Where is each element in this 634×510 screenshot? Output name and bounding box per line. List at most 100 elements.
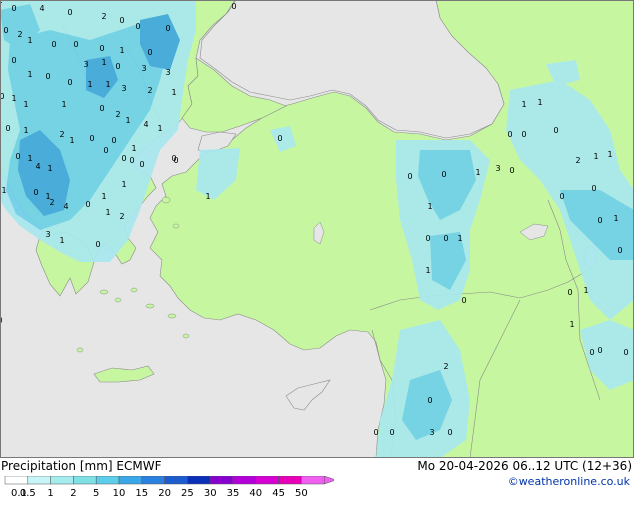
- precip-value: 2: [147, 86, 152, 95]
- precip-value: 1: [11, 94, 16, 103]
- legend-swatch: [278, 476, 302, 485]
- precip-value: 1: [537, 98, 542, 107]
- precip-value: 0: [509, 166, 514, 175]
- precip-value: 0: [441, 170, 446, 179]
- precip-value: 1: [457, 234, 462, 243]
- precip-value: 1: [119, 46, 124, 55]
- precip-value: 0: [67, 8, 72, 17]
- precip-value: 0: [139, 160, 144, 169]
- map-footer: Precipitation [mm] ECMWF Mo 20-04-2026 0…: [0, 458, 634, 499]
- precip-value: 3: [165, 68, 170, 77]
- legend-swatch: [73, 476, 97, 485]
- legend-swatch: [4, 476, 29, 485]
- precip-value: 1: [475, 168, 480, 177]
- precip-value: 1: [427, 202, 432, 211]
- precip-value: 0: [67, 78, 72, 87]
- precip-value: 0: [11, 56, 16, 65]
- legend-swatch: [209, 476, 234, 485]
- precip-value: 0: [389, 428, 394, 437]
- precip-value: 1: [105, 208, 110, 217]
- precip-value: 1: [27, 154, 32, 163]
- precip-value: 0: [11, 4, 16, 13]
- legend-swatch: [95, 476, 120, 485]
- legend-swatch: [232, 476, 257, 485]
- precip-value: 0: [95, 240, 100, 249]
- precip-value: 1: [171, 88, 176, 97]
- precip-value: 3: [429, 428, 434, 437]
- precip-value: 0: [589, 348, 594, 357]
- precip-value: 1: [87, 80, 92, 89]
- precip-value: 1: [27, 70, 32, 79]
- precip-value: 0: [553, 126, 558, 135]
- precip-value: 0: [99, 44, 104, 53]
- precip-value: 0: [129, 156, 134, 165]
- precip-value: 1: [101, 58, 106, 67]
- precip-value: 0: [33, 188, 38, 197]
- legend-colorbar: 0.10.5 1 2 5 10 15 20 25 30 35 40 45 50: [4, 476, 334, 499]
- precip-value: 2: [119, 212, 124, 221]
- precip-value: 0: [119, 16, 124, 25]
- precip-value: 1: [69, 136, 74, 145]
- valid-datetime: Mo 20-04-2026 06..12 UTC (12+36): [417, 459, 632, 473]
- precip-value: 0: [85, 200, 90, 209]
- precip-value: 0: [99, 104, 104, 113]
- precip-value: 0: [73, 40, 78, 49]
- legend-swatch: [255, 476, 279, 485]
- precip-value: 0: [521, 130, 526, 139]
- precip-value: 3: [121, 84, 126, 93]
- precip-value: 1: [521, 100, 526, 109]
- precip-value: 1: [27, 36, 32, 45]
- precip-value: 3: [83, 60, 88, 69]
- precip-title: Precipitation [mm]: [1, 459, 113, 473]
- precip-value: 1: [613, 214, 618, 223]
- precip-value: 1: [569, 320, 574, 329]
- precip-value: 0: [591, 184, 596, 193]
- precip-value: 1: [47, 164, 52, 173]
- footer-title: Precipitation [mm] ECMWF: [1, 459, 161, 473]
- precip-value: 1: [593, 152, 598, 161]
- credit-link[interactable]: ©weatheronline.co.uk: [508, 475, 630, 488]
- precip-value: 2: [49, 198, 54, 207]
- precip-value: 0: [15, 152, 20, 161]
- legend-swatch: [301, 476, 325, 485]
- precip-value: 0: [407, 172, 412, 181]
- precip-value: 0: [447, 428, 452, 437]
- model-name: ECMWF: [116, 459, 162, 473]
- precip-value: 3: [45, 230, 50, 239]
- precip-value: 4: [35, 162, 40, 171]
- precip-value: 0: [559, 192, 564, 201]
- precip-value: 0: [617, 246, 622, 255]
- legend-swatch: [27, 476, 51, 485]
- precip-value: 0: [567, 288, 572, 297]
- precip-value: 0: [111, 136, 116, 145]
- precip-value: 0: [597, 216, 602, 225]
- precip-value: 1: [1, 186, 6, 195]
- precip-value: 1: [105, 80, 110, 89]
- precip-value: 0: [231, 2, 236, 11]
- legend-swatch: [50, 476, 74, 485]
- precip-value: 0: [165, 24, 170, 33]
- precip-value: 3: [141, 64, 146, 73]
- precip-value: 1: [131, 144, 136, 153]
- precip-value: 0: [425, 234, 430, 243]
- precip-value: 2: [443, 362, 448, 371]
- precip-value: 1: [23, 126, 28, 135]
- precip-value: 0: [51, 40, 56, 49]
- precipitation-map: 0 4 0 2 00 00 21 0 0 0 1 00 3 1 0 3 31 00 1 1 3 2 10 11 1 021 4 10 1…: [0, 0, 634, 458]
- precip-value: 0: [3, 26, 8, 35]
- precip-value: 3: [495, 164, 500, 173]
- precip-value: 4: [63, 202, 68, 211]
- legend-swatch: [141, 476, 165, 485]
- legend-swatch: [118, 476, 143, 485]
- precip-value: 0: [277, 134, 282, 143]
- precip-value: 2: [115, 110, 120, 119]
- legend-swatch: [187, 476, 211, 485]
- legend-arrow: [323, 476, 334, 485]
- precip-value: 1: [23, 100, 28, 109]
- precip-value: 1: [157, 124, 162, 133]
- precip-value: 2: [575, 156, 580, 165]
- precip-value: 0: [5, 124, 10, 133]
- legend-swatch: [164, 476, 188, 485]
- precip-value: 1: [125, 116, 130, 125]
- precip-value: 0: [45, 72, 50, 81]
